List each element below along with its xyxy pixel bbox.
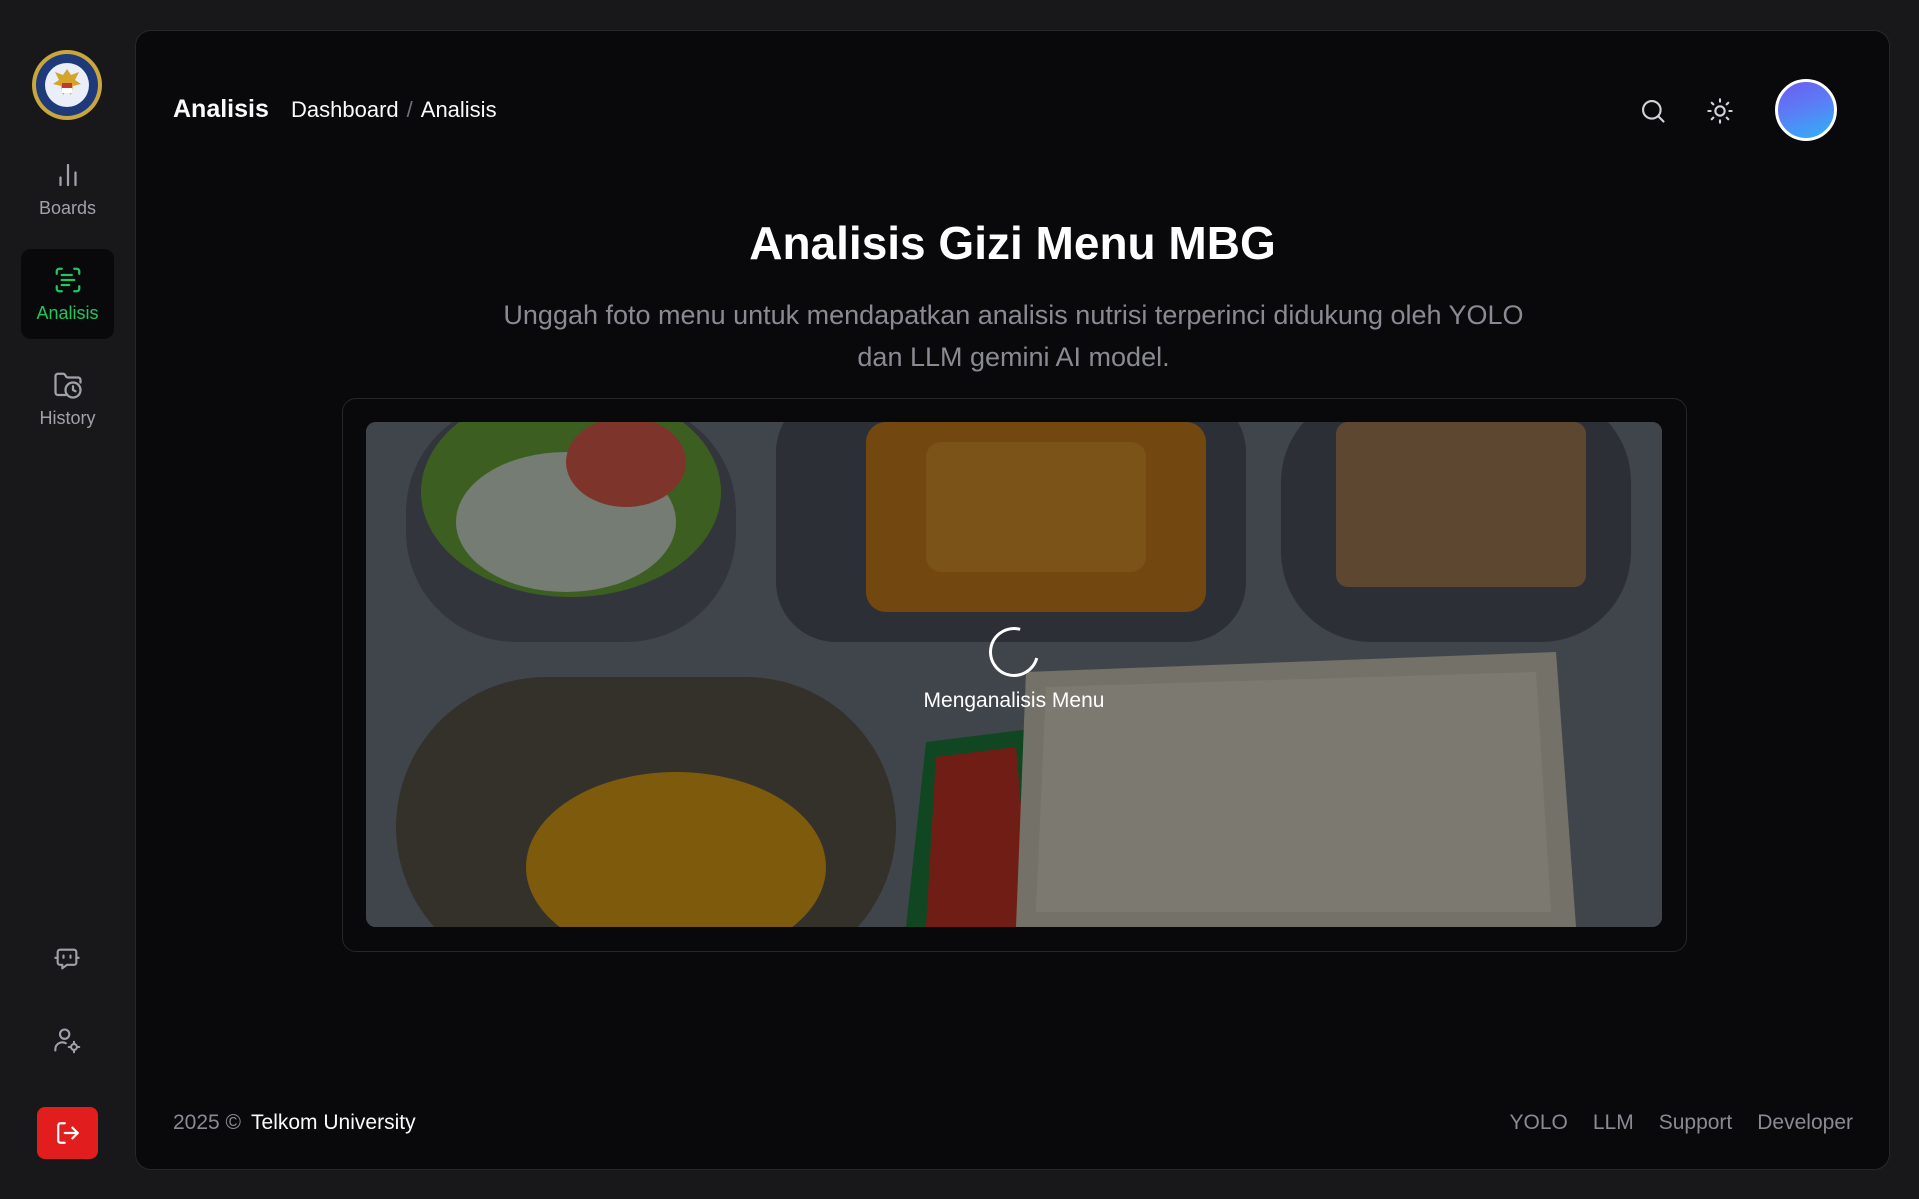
agency-logo[interactable] xyxy=(31,49,103,121)
page-title: Analisis Gizi Menu MBG xyxy=(749,217,1276,269)
sidebar: Boards Analisis History xyxy=(0,0,134,1199)
page-header-title: Analisis xyxy=(173,95,269,123)
sun-icon xyxy=(1707,98,1733,124)
footer-link-llm[interactable]: LLM xyxy=(1593,1111,1634,1135)
sidebar-item-label: Boards xyxy=(38,197,97,218)
footer-link-developer[interactable]: Developer xyxy=(1757,1111,1853,1135)
sidebar-item-boards[interactable]: Boards xyxy=(21,144,114,234)
copyright-year: 2025 © xyxy=(173,1111,242,1134)
breadcrumb-dashboard[interactable]: Dashboard xyxy=(291,97,399,123)
sidebar-item-label: Analisis xyxy=(36,302,99,323)
footer-link-support[interactable]: Support xyxy=(1659,1111,1733,1135)
folder-clock-icon xyxy=(53,372,82,399)
chat-bot-button[interactable] xyxy=(47,939,87,979)
user-settings-icon xyxy=(54,1028,81,1054)
sidebar-item-analisis[interactable]: Analisis xyxy=(21,249,114,339)
loading-indicator: Menganalisis Menu xyxy=(366,617,1662,713)
sidebar-item-history[interactable]: History xyxy=(21,354,114,444)
breadcrumb: Dashboard / Analisis xyxy=(291,97,497,123)
footer-copyright: 2025 © Telkom University xyxy=(173,1111,416,1135)
page-subtitle: Unggah foto menu untuk mendapatkan anali… xyxy=(503,300,1524,372)
organization-link[interactable]: Telkom University xyxy=(251,1111,416,1135)
footer-link-yolo[interactable]: YOLO xyxy=(1509,1111,1567,1135)
sidebar-item-label: History xyxy=(39,407,96,428)
menu-photo-preview: Menganalisis Menu xyxy=(366,422,1662,927)
logout-button[interactable] xyxy=(37,1107,98,1159)
scan-text-icon xyxy=(55,267,80,292)
footer-links: YOLO LLM Support Developer xyxy=(1509,1111,1853,1135)
spinner-icon xyxy=(979,617,1049,687)
theme-toggle-button[interactable] xyxy=(1702,93,1738,129)
search-icon xyxy=(1642,100,1665,123)
chat-bot-icon xyxy=(54,948,80,970)
breadcrumb-analisis[interactable]: Analisis xyxy=(421,97,497,123)
logout-icon xyxy=(56,1122,79,1144)
user-settings-button[interactable] xyxy=(47,1020,87,1060)
upload-card: Menganalisis Menu xyxy=(342,398,1687,952)
breadcrumb-separator: / xyxy=(406,97,413,122)
search-button[interactable] xyxy=(1635,93,1671,129)
bar-chart-icon xyxy=(58,163,77,186)
main-panel: Analisis Dashboard / Analisis Analisis G… xyxy=(135,30,1890,1170)
avatar[interactable] xyxy=(1775,79,1837,141)
loading-text: Menganalisis Menu xyxy=(923,689,1105,712)
